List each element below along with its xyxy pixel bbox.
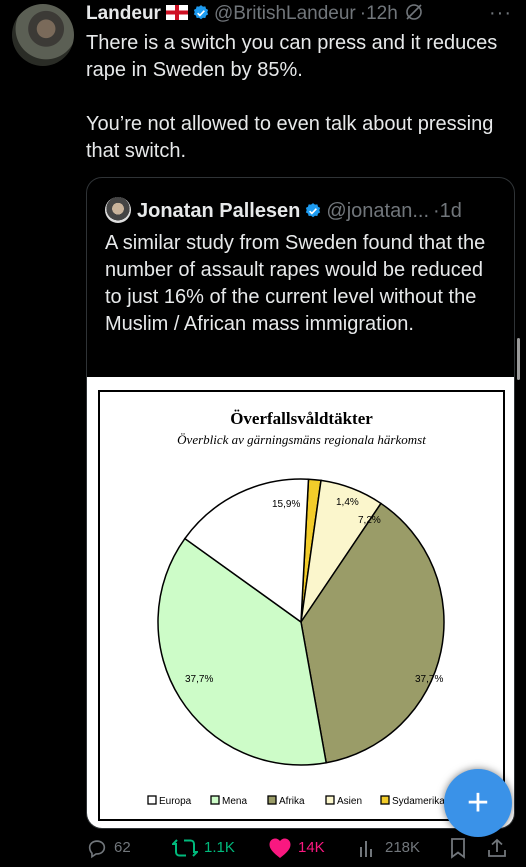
tweet-header: Landeur @BritishLandeur ·12h	[86, 2, 424, 25]
legend-label-asien: Asien	[337, 796, 362, 807]
retweet-icon	[172, 838, 198, 857]
quote-separator: ·	[433, 200, 440, 222]
tweet-text: There is a switch you can press and it r…	[86, 30, 506, 165]
like-count: 14K	[298, 839, 325, 856]
legend-item-mena: Mena	[210, 795, 247, 807]
legend-item-europa: Europa	[147, 795, 192, 807]
compose-button[interactable]: +	[444, 769, 512, 837]
reply-icon	[88, 839, 106, 858]
reply-count: 62	[114, 839, 131, 856]
england-flag-icon	[165, 5, 188, 20]
pie-chart: 15,9% 37,7% 37,7% 7,2% 1,4% Europa Mena Afrika A…	[147, 478, 445, 807]
retweet-count: 1.1K	[204, 839, 235, 856]
tweet-text-paragraph-1: There is a switch you can press and it r…	[86, 32, 498, 81]
verified-badge-icon[interactable]	[192, 4, 210, 22]
reply-button[interactable]: 62	[86, 828, 131, 867]
legend-swatch-asien	[325, 795, 335, 805]
legend-swatch-sydamerika	[380, 795, 390, 805]
quote-verified-badge-icon	[306, 203, 321, 218]
share-button[interactable]	[486, 828, 514, 867]
quote-author-name: Jonatan Pallesen	[137, 200, 301, 222]
quote-author-handle: @jonatan...	[326, 200, 429, 222]
quote-time: 1d	[439, 200, 462, 222]
author-avatar[interactable]	[12, 4, 74, 66]
data-label-mena: 37,7%	[185, 674, 213, 685]
legend-swatch-europa	[147, 795, 157, 805]
share-icon	[488, 838, 506, 857]
quote-text: A similar study from Sweden found that t…	[105, 232, 486, 335]
scrollbar-thumb[interactable]	[517, 338, 520, 380]
quoted-tweet[interactable]: Jonatan Pallesen @jonatan... ·1d A simila…	[86, 177, 515, 829]
more-options-icon[interactable]: ···	[489, 2, 512, 25]
quote-header: Jonatan Pallesen @jonatan... ·1d	[105, 197, 462, 223]
legend-swatch-mena	[210, 795, 220, 805]
heart-icon	[269, 838, 291, 858]
bookmark-button[interactable]	[448, 828, 474, 867]
data-label-asien: 7,2%	[358, 515, 381, 526]
bookmark-icon	[451, 837, 465, 859]
legend-item-asien: Asien	[325, 795, 362, 807]
data-label-europa: 15,9%	[272, 499, 300, 510]
quote-author-avatar	[105, 197, 131, 223]
author-handle[interactable]: @BritishLandeur	[214, 3, 356, 24]
chart-frame: Överfallsvåldtäkter Överblick av gärning…	[98, 390, 505, 821]
legend-item-sydamerika: Sydamerika	[380, 795, 445, 807]
legend-label-mena: Mena	[222, 796, 247, 807]
chart-image[interactable]: Överfallsvåldtäkter Överblick av gärning…	[87, 377, 514, 828]
action-bar: 62 1.1K 14K 218K	[0, 828, 526, 867]
tweet-text-paragraph-2: You’re not allowed to even talk about pr…	[86, 113, 494, 162]
like-button[interactable]: 14K	[268, 828, 325, 867]
retweet-button[interactable]: 1.1K	[172, 828, 235, 867]
legend-label-sydamerika: Sydamerika	[392, 796, 445, 807]
author-name[interactable]: Landeur	[86, 3, 161, 24]
views-count: 218K	[385, 839, 421, 856]
views-icon	[360, 840, 372, 857]
grok-icon[interactable]	[404, 2, 424, 22]
legend-label-europa: Europa	[159, 796, 192, 807]
views-button[interactable]: 218K	[357, 828, 420, 867]
data-label-afrika: 37,7%	[415, 674, 443, 685]
tweet-time[interactable]: 12h	[366, 3, 398, 24]
legend-item-afrika: Afrika	[267, 795, 305, 807]
legend-label-afrika: Afrika	[279, 796, 305, 807]
data-label-sydamerika: 1,4%	[336, 497, 359, 508]
legend-swatch-afrika	[267, 795, 277, 805]
